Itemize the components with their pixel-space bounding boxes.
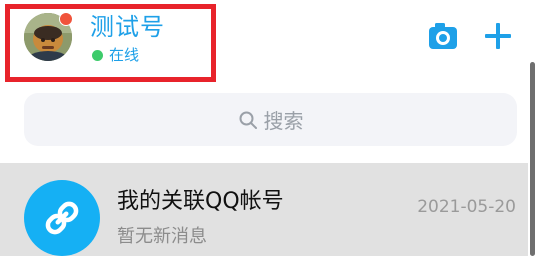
profile-highlight-box <box>5 4 216 82</box>
search-icon <box>239 111 257 129</box>
conversation-title: 我的关联QQ帐号 <box>117 189 284 214</box>
link-icon <box>45 201 79 235</box>
conversation-date: 2021-05-20 <box>417 197 516 217</box>
plus-icon <box>485 23 511 49</box>
header: 测试号 在线 <box>0 0 540 84</box>
camera-icon <box>429 23 457 49</box>
search-bar[interactable]: 搜索 <box>24 93 517 146</box>
add-button[interactable] <box>482 20 514 52</box>
scrollbar[interactable] <box>530 62 535 256</box>
app-screen: 测试号 在线 搜索 我的关联QQ帐号 暂无新消息 2021-05-20 <box>0 0 540 256</box>
conversation-preview: 暂无新消息 <box>117 226 207 247</box>
conversation-avatar <box>24 180 100 256</box>
search-placeholder: 搜索 <box>263 109 304 133</box>
camera-button[interactable] <box>428 22 458 50</box>
conversation-item[interactable]: 我的关联QQ帐号 暂无新消息 2021-05-20 <box>0 163 528 256</box>
search-inner: 搜索 <box>238 105 304 134</box>
